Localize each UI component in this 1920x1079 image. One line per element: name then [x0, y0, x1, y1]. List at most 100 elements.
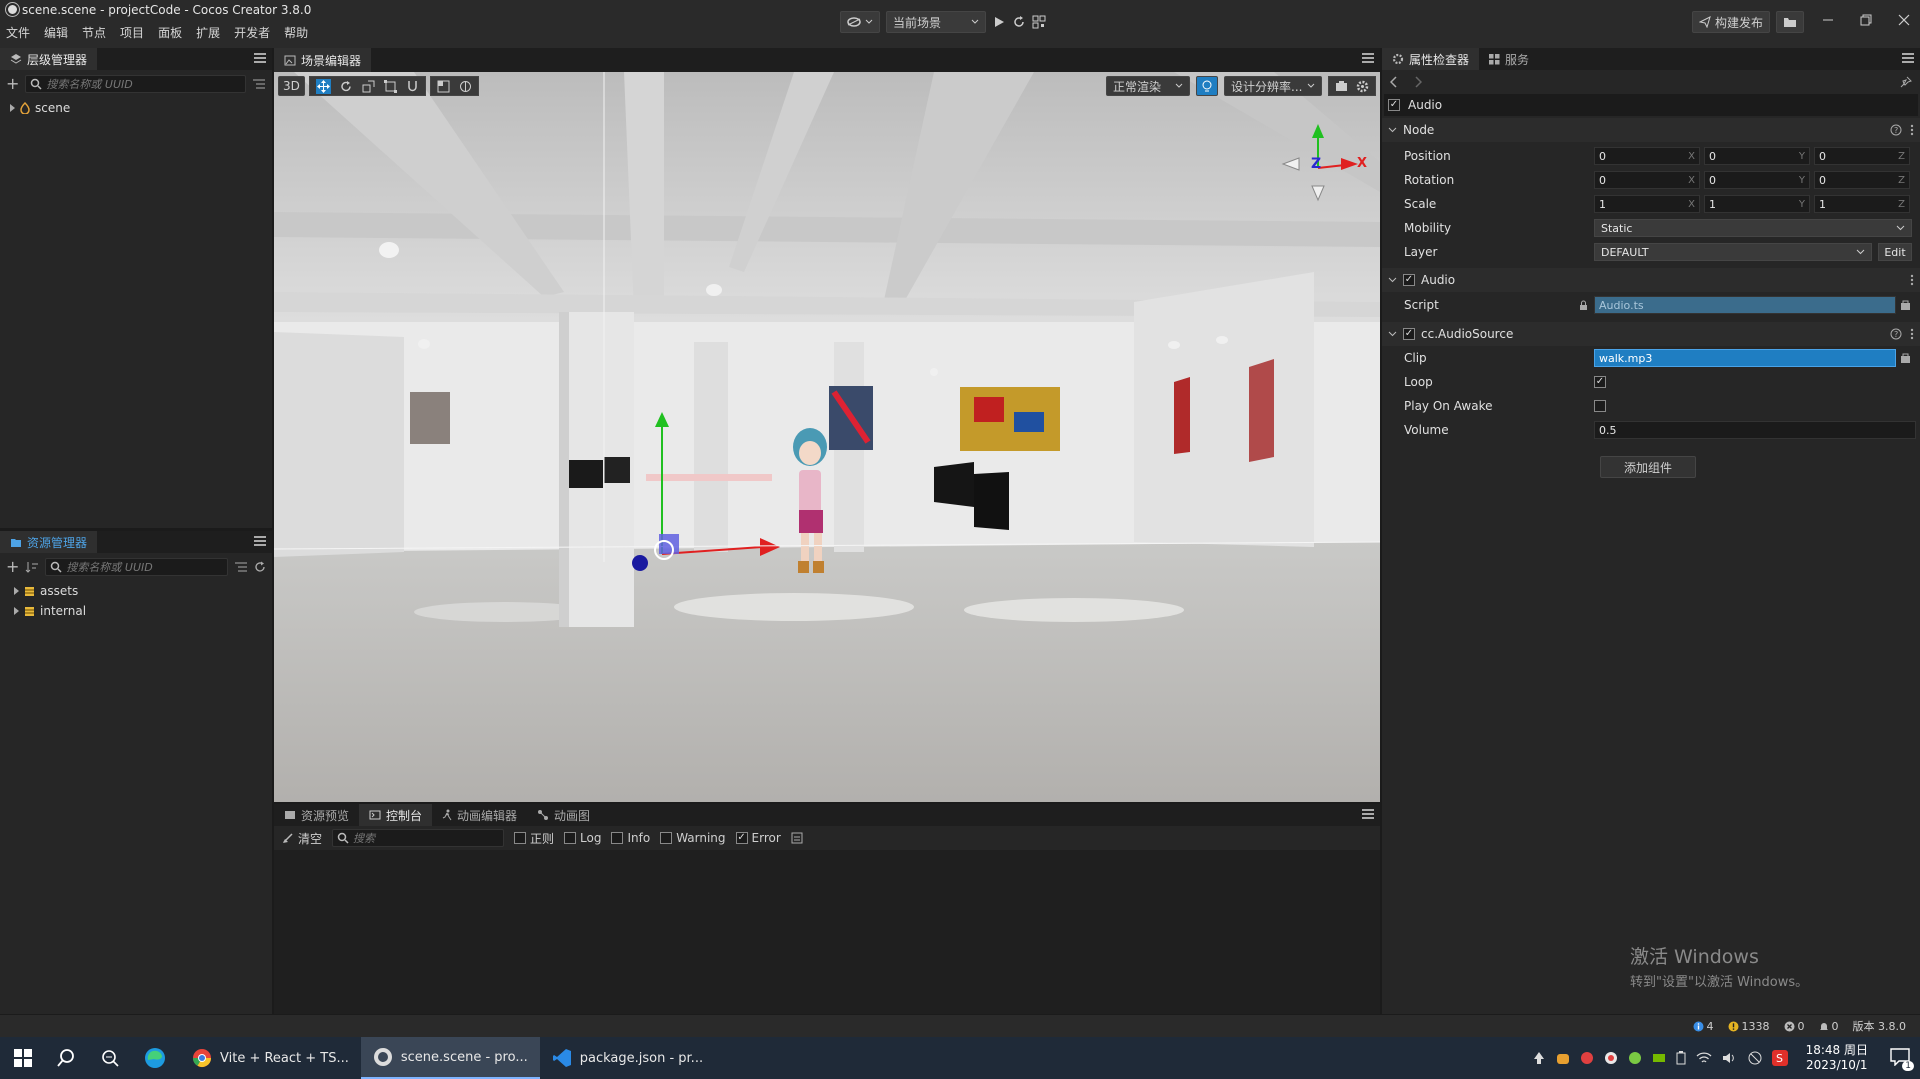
move-tool-icon[interactable] [315, 78, 331, 94]
wifi-icon[interactable] [1696, 1051, 1712, 1065]
build-button[interactable]: 构建发布 [1692, 11, 1771, 33]
more-vertical-icon[interactable] [1910, 124, 1914, 136]
refresh-icon[interactable] [1012, 15, 1026, 29]
menu-node[interactable]: 节点 [82, 24, 106, 41]
scale-x-input[interactable]: 1X [1594, 195, 1700, 213]
warning-count[interactable]: 1338 [1728, 1020, 1770, 1033]
taskbar-vscode-app[interactable]: package.json - pr... [540, 1037, 715, 1079]
scene-viewport[interactable]: Z X 3D 正常渲染 设计分辨率... [274, 72, 1380, 802]
windows-start-icon[interactable] [14, 1049, 32, 1067]
panel-menu-icon[interactable] [1362, 53, 1374, 63]
edge-browser-icon[interactable] [144, 1047, 166, 1069]
expand-caret-icon[interactable] [14, 587, 19, 595]
menu-edit[interactable]: 编辑 [44, 24, 68, 41]
audio-enabled-checkbox[interactable] [1403, 274, 1415, 286]
node-active-checkbox[interactable] [1388, 99, 1400, 111]
platform-select[interactable] [840, 11, 880, 33]
toggle-3d-button[interactable]: 3D [278, 76, 305, 96]
tray-app-icon[interactable] [1580, 1051, 1594, 1065]
filter-info-checkbox[interactable] [611, 832, 624, 844]
action-center-button[interactable]: 1 [1890, 1047, 1914, 1071]
add-icon[interactable]: + [6, 74, 19, 93]
battery-icon[interactable] [1676, 1051, 1686, 1065]
position-y-input[interactable]: 0Y [1704, 147, 1810, 165]
document-icon[interactable] [791, 832, 803, 844]
audiosource-enabled-checkbox[interactable] [1403, 328, 1415, 340]
close-icon[interactable] [1898, 14, 1910, 26]
tab-assets[interactable]: 资源管理器 [0, 531, 98, 553]
panel-menu-icon[interactable] [254, 536, 266, 546]
no-network-icon[interactable] [1748, 1051, 1762, 1065]
tab-hierarchy[interactable]: 层级管理器 [0, 48, 98, 70]
script-asset-field[interactable]: Audio.ts [1594, 296, 1896, 314]
panel-menu-icon[interactable] [254, 53, 266, 63]
menu-file[interactable]: 文件 [6, 24, 30, 41]
audio-component-header[interactable]: Audio [1382, 268, 1920, 292]
sort-icon[interactable] [25, 561, 39, 573]
tray-app-icon[interactable] [1604, 1051, 1618, 1065]
info-count[interactable]: 4 [1693, 1020, 1714, 1033]
minimize-icon[interactable] [1822, 14, 1834, 26]
filter-log-checkbox[interactable] [564, 832, 577, 844]
resolution-select[interactable]: 设计分辨率... [1224, 76, 1322, 96]
zoom-icon[interactable] [100, 1048, 120, 1068]
expand-caret-icon[interactable] [10, 104, 15, 112]
rotation-z-input[interactable]: 0Z [1814, 171, 1910, 189]
filter-warning[interactable]: Warning [660, 831, 726, 845]
panel-menu-icon[interactable] [1902, 53, 1914, 63]
collapse-all-icon[interactable] [234, 561, 248, 573]
assets-search-input[interactable]: 搜索名称或 UUID [45, 557, 228, 576]
tree-node-scene[interactable]: scene [0, 99, 272, 117]
rect-tool-icon[interactable] [383, 79, 397, 93]
add-component-button[interactable]: 添加组件 [1600, 456, 1696, 478]
qrcode-icon[interactable] [1032, 15, 1046, 29]
help-icon[interactable]: ? [1890, 328, 1902, 340]
locate-icon[interactable] [1900, 300, 1911, 311]
menu-project[interactable]: 项目 [120, 24, 144, 41]
gear-icon[interactable] [1356, 80, 1369, 93]
tab-console[interactable]: 控制台 [359, 804, 433, 826]
play-on-awake-checkbox[interactable] [1594, 400, 1606, 412]
menu-panel[interactable]: 面板 [158, 24, 182, 41]
pin-icon[interactable] [1900, 76, 1912, 88]
tray-app-icon[interactable] [1628, 1051, 1642, 1065]
collapse-all-icon[interactable] [252, 78, 266, 90]
refresh-icon[interactable] [254, 561, 266, 573]
notification-count[interactable]: 0 [1819, 1020, 1839, 1033]
back-icon[interactable] [1390, 76, 1398, 88]
tab-inspector[interactable]: 属性检查器 [1382, 48, 1480, 70]
tray-app-icon[interactable] [1532, 1051, 1546, 1065]
restore-icon[interactable] [1860, 14, 1872, 26]
tab-services[interactable]: 服务 [1479, 48, 1539, 70]
volume-input[interactable]: 0.5 [1594, 421, 1916, 439]
tab-scene-editor[interactable]: 场景编辑器 [274, 48, 372, 72]
node-section-header[interactable]: Node ? [1382, 118, 1920, 142]
scene-select[interactable]: 当前场景 [886, 11, 986, 33]
filter-log[interactable]: Log [564, 831, 601, 845]
more-vertical-icon[interactable] [1910, 274, 1914, 286]
position-x-input[interactable]: 0X [1594, 147, 1700, 165]
forward-icon[interactable] [1414, 76, 1422, 88]
rotation-y-input[interactable]: 0Y [1704, 171, 1810, 189]
menu-help[interactable]: 帮助 [284, 24, 308, 41]
filter-info[interactable]: Info [611, 831, 650, 845]
node-name-input[interactable]: Audio [1408, 98, 1442, 112]
clip-asset-field[interactable]: walk.mp3 [1594, 349, 1896, 367]
layer-edit-button[interactable]: Edit [1878, 243, 1912, 261]
tray-app-icon[interactable] [1556, 1051, 1570, 1065]
tree-folder-internal[interactable]: internal [0, 602, 272, 620]
more-vertical-icon[interactable] [1910, 328, 1914, 340]
play-icon[interactable] [992, 15, 1006, 29]
camera-icon[interactable] [1335, 80, 1348, 92]
local-global-icon[interactable] [459, 80, 472, 93]
loop-checkbox[interactable] [1594, 376, 1606, 388]
error-count[interactable]: 0 [1784, 1020, 1805, 1033]
filter-error[interactable]: Error [735, 831, 781, 845]
console-search-input[interactable]: 搜索 [332, 829, 505, 847]
tab-animation-graph[interactable]: 动画图 [527, 804, 600, 826]
pivot-icon[interactable] [437, 80, 450, 93]
tree-folder-assets[interactable]: assets [0, 582, 272, 600]
panel-menu-icon[interactable] [1362, 809, 1374, 819]
rotate-tool-icon[interactable] [340, 80, 353, 93]
layer-select[interactable]: DEFAULT [1594, 243, 1872, 261]
